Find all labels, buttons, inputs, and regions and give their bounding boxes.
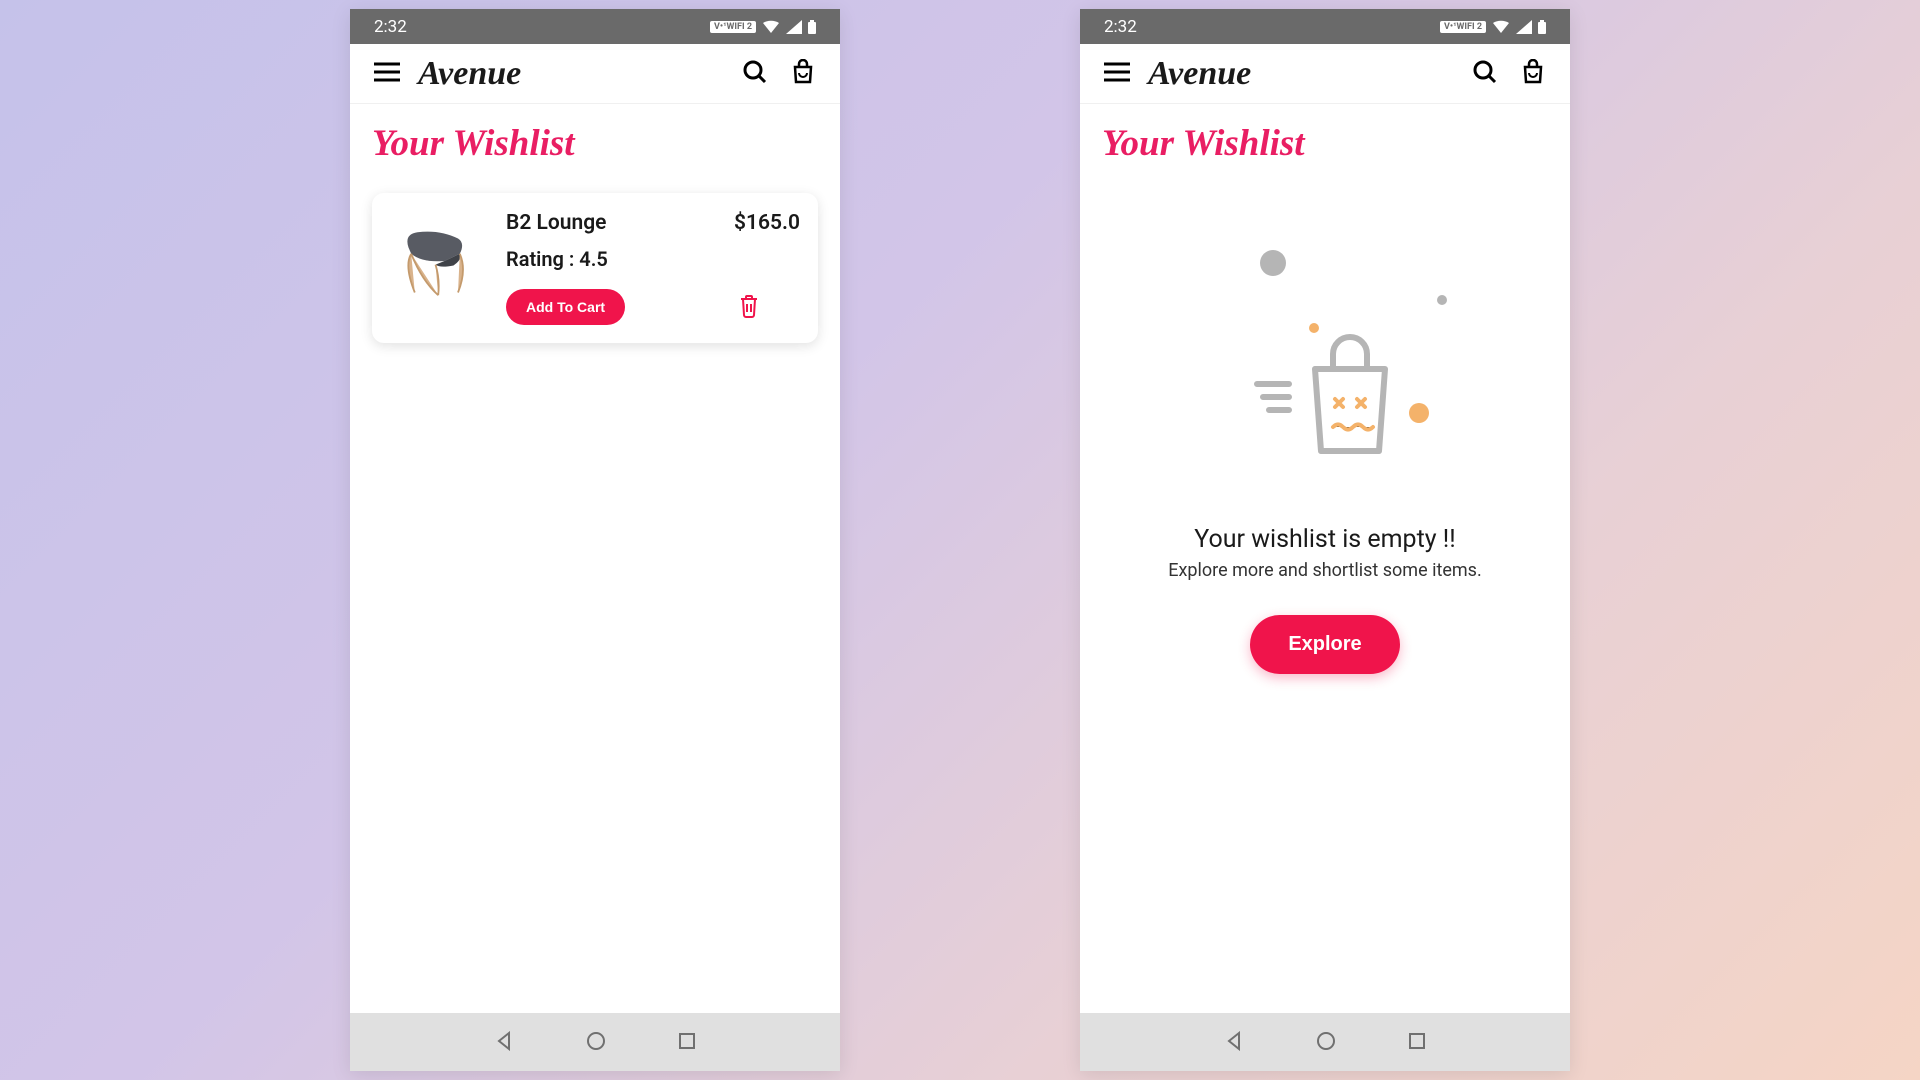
product-image xyxy=(390,211,490,311)
status-time: 2:32 xyxy=(1104,17,1137,37)
brand-logo: Avenue xyxy=(418,55,521,93)
nav-back-button[interactable] xyxy=(1224,1031,1244,1054)
empty-wishlist-state: Your wishlist is empty !! Explore more a… xyxy=(1080,175,1570,674)
battery-icon xyxy=(808,20,816,34)
delete-item-button[interactable] xyxy=(734,290,764,325)
chair-icon xyxy=(395,216,485,306)
content-area: Your Wishlist B2 Lounge $165.0 Rating : … xyxy=(350,104,840,1013)
decor-dot-icon xyxy=(1409,403,1429,423)
page-title: Your Wishlist xyxy=(350,104,840,175)
empty-illustration xyxy=(1185,235,1465,485)
wifi-badge: V•¹WIFI 2 xyxy=(1440,21,1486,33)
page-title: Your Wishlist xyxy=(1080,104,1570,175)
product-rating: Rating : 4.5 xyxy=(506,247,800,271)
brand-logo: Avenue xyxy=(1148,55,1251,93)
phone-left: 2:32 V•¹WIFI 2 Avenue Your Wishlist xyxy=(350,9,840,1071)
status-time: 2:32 xyxy=(374,17,407,37)
wifi-icon xyxy=(762,20,780,34)
shopping-bag-icon xyxy=(1520,59,1546,85)
decor-dot-icon xyxy=(1260,250,1286,276)
search-icon xyxy=(1472,59,1498,85)
search-icon xyxy=(742,59,768,85)
trash-icon xyxy=(738,294,760,318)
shopping-bag-icon xyxy=(790,59,816,85)
menu-button[interactable] xyxy=(370,58,404,89)
empty-bag-icon xyxy=(1247,329,1407,459)
android-nav-bar xyxy=(350,1013,840,1071)
wishlist-item-card: B2 Lounge $165.0 Rating : 4.5 Add To Car… xyxy=(372,193,818,343)
nav-recent-button[interactable] xyxy=(678,1032,696,1053)
square-icon xyxy=(678,1032,696,1050)
menu-icon xyxy=(374,62,400,82)
status-bar: 2:32 V•¹WIFI 2 xyxy=(1080,9,1570,44)
wifi-icon xyxy=(1492,20,1510,34)
nav-recent-button[interactable] xyxy=(1408,1032,1426,1053)
decor-dot-icon xyxy=(1437,295,1447,305)
content-area: Your Wishlist Your wishlist is empty !! xyxy=(1080,104,1570,1013)
square-icon xyxy=(1408,1032,1426,1050)
app-header: Avenue xyxy=(1080,44,1570,104)
wifi-badge: V•¹WIFI 2 xyxy=(710,21,756,33)
status-bar: 2:32 V•¹WIFI 2 xyxy=(350,9,840,44)
nav-back-button[interactable] xyxy=(494,1031,514,1054)
product-name: B2 Lounge xyxy=(506,211,606,235)
circle-icon xyxy=(1316,1031,1336,1051)
app-header: Avenue xyxy=(350,44,840,104)
nav-home-button[interactable] xyxy=(586,1031,606,1054)
status-icons: V•¹WIFI 2 xyxy=(710,20,816,34)
menu-button[interactable] xyxy=(1100,58,1134,89)
circle-icon xyxy=(586,1031,606,1051)
back-triangle-icon xyxy=(494,1031,514,1051)
search-button[interactable] xyxy=(1468,55,1502,92)
bag-button[interactable] xyxy=(786,55,820,92)
explore-button[interactable]: Explore xyxy=(1250,615,1399,674)
back-triangle-icon xyxy=(1224,1031,1244,1051)
menu-icon xyxy=(1104,62,1130,82)
battery-icon xyxy=(1538,20,1546,34)
bag-button[interactable] xyxy=(1516,55,1550,92)
add-to-cart-button[interactable]: Add To Cart xyxy=(506,289,625,325)
product-price: $165.0 xyxy=(734,211,800,235)
signal-icon xyxy=(1516,20,1532,34)
phone-right: 2:32 V•¹WIFI 2 Avenue Your Wishlist xyxy=(1080,9,1570,1071)
signal-icon xyxy=(786,20,802,34)
search-button[interactable] xyxy=(738,55,772,92)
empty-title: Your wishlist is empty !! xyxy=(1194,525,1455,554)
status-icons: V•¹WIFI 2 xyxy=(1440,20,1546,34)
empty-subtitle: Explore more and shortlist some items. xyxy=(1168,560,1481,581)
android-nav-bar xyxy=(1080,1013,1570,1071)
nav-home-button[interactable] xyxy=(1316,1031,1336,1054)
